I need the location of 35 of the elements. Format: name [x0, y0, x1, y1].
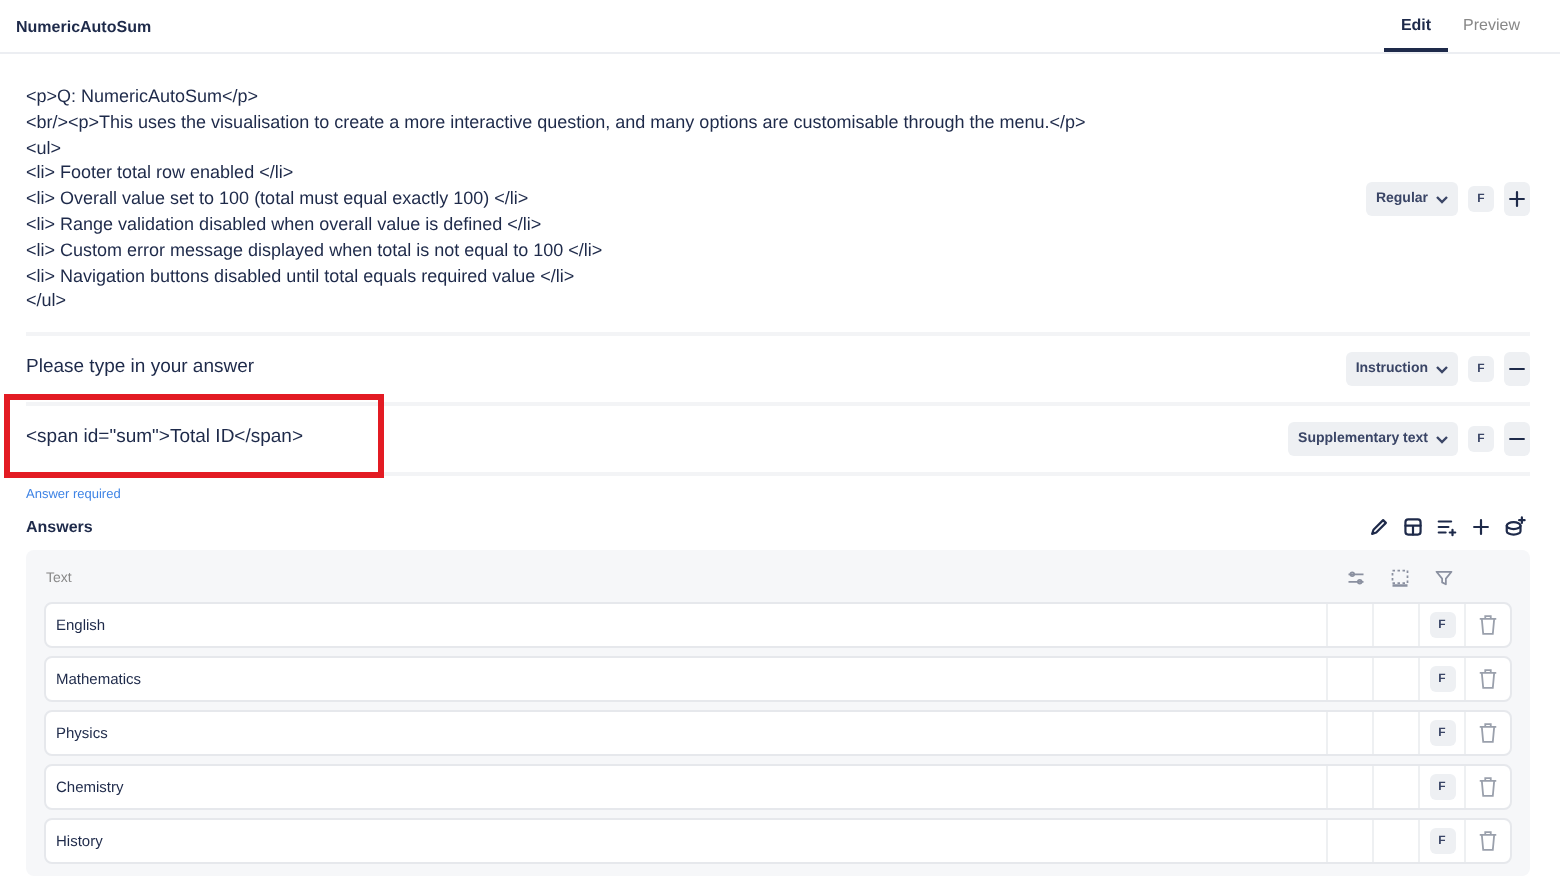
text-line: <br/><p>This uses the visualisation to create a more interactive question, and many options are customisable through the menu.</p> [26, 109, 1088, 136]
tab[interactable]: Edit [1384, 0, 1448, 52]
text-line: <li> Range validation disabled when overall value is defined </li> [26, 211, 544, 238]
chevron-icon [1436, 195, 1448, 204]
pencil-icon[interactable] [1368, 516, 1390, 539]
plus-icon [1506, 188, 1528, 211]
layout-icon[interactable] [1402, 516, 1424, 539]
text-line: <p>Q: NumericAutoSum</p> [26, 84, 261, 110]
text-line: <li> Custom error message displayed when total is not equal to 100 </li> [26, 237, 605, 264]
trash-icon[interactable] [1478, 614, 1498, 637]
text-line: <li> Footer total row enabled </li> [26, 160, 296, 187]
sliders-icon[interactable] [1346, 568, 1366, 589]
remove-button[interactable] [1504, 352, 1530, 387]
stack-add-icon[interactable] [1504, 516, 1526, 539]
text-line: </ul> [26, 288, 69, 315]
tab[interactable]: Preview [1447, 0, 1536, 52]
trash-icon[interactable] [1478, 776, 1498, 799]
frame-icon[interactable] [1390, 568, 1410, 589]
trash-icon[interactable] [1478, 722, 1498, 745]
text-line: <li> Overall value set to 100 (total must equal exactly 100) </li> [26, 186, 531, 212]
chevron-icon [1436, 435, 1448, 444]
trash-icon[interactable] [1478, 830, 1498, 853]
section-title: Answers [26, 518, 93, 537]
filter-icon[interactable] [1434, 568, 1454, 589]
text-line: <ul> [26, 135, 64, 161]
add-button[interactable] [1504, 182, 1530, 217]
app-title: NumericAutoSum [16, 17, 152, 35]
chevron-icon [1436, 365, 1448, 374]
list-add-icon[interactable] [1436, 516, 1458, 539]
remove-button[interactable] [1504, 422, 1530, 457]
trash-icon[interactable] [1478, 668, 1498, 691]
text-line: <li> Navigation buttons disabled until total equals required value </li> [26, 263, 577, 289]
plus-icon[interactable] [1470, 516, 1492, 539]
text-line: <span id="sum">Total ID</span> [26, 426, 306, 453]
text-line: Please type in your answer [26, 356, 257, 383]
